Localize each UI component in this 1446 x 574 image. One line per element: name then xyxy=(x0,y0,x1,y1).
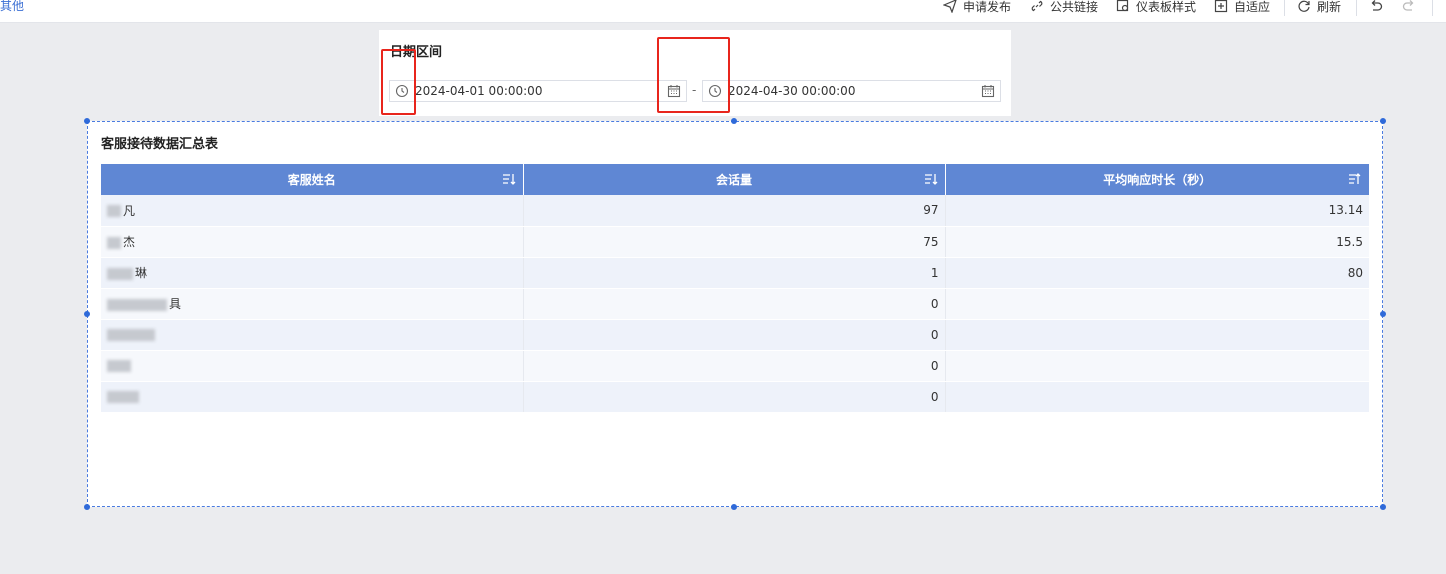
cell-name xyxy=(101,381,524,413)
column-header-avg-response[interactable]: 平均响应时长（秒） xyxy=(945,164,1369,195)
table-row[interactable]: 凡 97 13.14 xyxy=(101,195,1369,227)
cell-avg-response xyxy=(945,319,1369,351)
cell-name: 具 xyxy=(101,288,524,320)
table-header-row: 客服姓名 会话量 平均响应时长（秒） xyxy=(101,164,1369,195)
undo-button[interactable] xyxy=(1369,0,1389,15)
resize-handle[interactable] xyxy=(84,504,90,510)
redacted-block xyxy=(107,329,155,341)
redacted-block xyxy=(107,205,121,218)
cell-name xyxy=(101,350,524,382)
column-header-sessions[interactable]: 会话量 xyxy=(523,164,946,195)
cell-name: 杰 xyxy=(101,226,524,258)
send-icon xyxy=(943,0,957,13)
table-row[interactable]: 琳 1 80 xyxy=(101,257,1369,289)
toolbar-divider xyxy=(1432,0,1433,16)
column-header-label: 平均响应时长（秒） xyxy=(1103,173,1212,187)
cell-avg-response: 13.14 xyxy=(945,195,1369,227)
resize-handle[interactable] xyxy=(731,504,737,510)
resize-handle[interactable] xyxy=(1380,311,1386,317)
resize-handle[interactable] xyxy=(84,311,90,317)
apply-publish-label: 申请发布 xyxy=(963,0,1012,14)
refresh-button[interactable]: 刷新 xyxy=(1297,0,1341,15)
auto-fit-button[interactable]: 自适应 xyxy=(1214,0,1270,15)
resize-handle[interactable] xyxy=(84,118,90,124)
refresh-icon xyxy=(1298,0,1310,12)
redacted-block xyxy=(107,267,133,280)
refresh-label: 刷新 xyxy=(1317,0,1342,14)
start-date-value: 2024-04-01 00:00:00 xyxy=(415,84,543,98)
public-link-button[interactable]: 公共链接 xyxy=(1030,0,1098,15)
toolbar-divider xyxy=(1356,0,1357,16)
column-header-label: 会话量 xyxy=(715,173,752,187)
public-link-label: 公共链接 xyxy=(1050,0,1099,14)
resize-handle[interactable] xyxy=(1380,504,1386,510)
column-header-name[interactable]: 客服姓名 xyxy=(101,164,524,195)
table-row[interactable]: 杰 75 15.5 xyxy=(101,226,1369,258)
highlight-box xyxy=(657,37,730,113)
calendar-icon[interactable] xyxy=(981,84,995,98)
apply-publish-button[interactable]: 申请发布 xyxy=(943,0,1011,15)
cell-sessions: 1 xyxy=(523,257,946,289)
redacted-block xyxy=(107,236,121,249)
redo-icon xyxy=(1402,0,1414,11)
start-date-input[interactable]: 2024-04-01 00:00:00 xyxy=(389,80,687,102)
undo-icon xyxy=(1371,0,1383,11)
cell-avg-response xyxy=(945,350,1369,382)
sort-icon[interactable] xyxy=(924,172,938,186)
table-row[interactable]: 0 xyxy=(101,319,1369,351)
cell-sessions: 0 xyxy=(523,288,946,320)
cell-name: 凡 xyxy=(101,195,524,227)
cell-sessions: 0 xyxy=(523,319,946,351)
cell-avg-response: 15.5 xyxy=(945,226,1369,258)
link-icon xyxy=(1031,0,1043,12)
highlight-box xyxy=(381,49,416,115)
cell-sessions: 0 xyxy=(523,350,946,382)
sort-icon[interactable] xyxy=(1348,172,1362,186)
redacted-block xyxy=(107,298,167,311)
table-row[interactable]: 0 xyxy=(101,350,1369,382)
fit-icon xyxy=(1214,0,1228,13)
cell-sessions: 0 xyxy=(523,381,946,413)
other-menu-link[interactable]: 其他 xyxy=(0,0,24,14)
sort-icon[interactable] xyxy=(502,172,516,186)
table-row[interactable]: 具 0 xyxy=(101,288,1369,320)
dashboard-style-label: 仪表板样式 xyxy=(1136,0,1197,14)
cell-avg-response xyxy=(945,288,1369,320)
cell-avg-response xyxy=(945,381,1369,413)
resize-handle[interactable] xyxy=(1380,118,1386,124)
toolbar-divider xyxy=(1284,0,1285,16)
cell-name: 琳 xyxy=(101,257,524,289)
resize-handle[interactable] xyxy=(731,118,737,124)
table-row[interactable]: 0 xyxy=(101,381,1369,413)
top-toolbar: 其他 申请发布 公共链接 仪表板样式 自适应 刷新 xyxy=(0,0,1446,23)
column-header-label: 客服姓名 xyxy=(287,173,336,187)
end-date-input[interactable]: 2024-04-30 00:00:00 xyxy=(702,80,1001,102)
redacted-block xyxy=(107,391,139,403)
cell-sessions: 75 xyxy=(523,226,946,258)
auto-fit-label: 自适应 xyxy=(1234,0,1271,14)
table-title: 客服接待数据汇总表 xyxy=(101,137,219,152)
cell-name xyxy=(101,319,524,351)
redacted-block xyxy=(107,360,131,372)
dashboard-style-button[interactable]: 仪表板样式 xyxy=(1116,0,1196,15)
redo-button[interactable] xyxy=(1402,0,1422,15)
cell-avg-response: 80 xyxy=(945,257,1369,289)
summary-table: 客服姓名 会话量 平均响应时长（秒） 凡 97 13.14 杰 75 15.5 … xyxy=(101,164,1369,413)
end-date-value: 2024-04-30 00:00:00 xyxy=(728,84,856,98)
cell-sessions: 97 xyxy=(523,195,946,227)
dashboard-style-icon xyxy=(1116,0,1129,12)
